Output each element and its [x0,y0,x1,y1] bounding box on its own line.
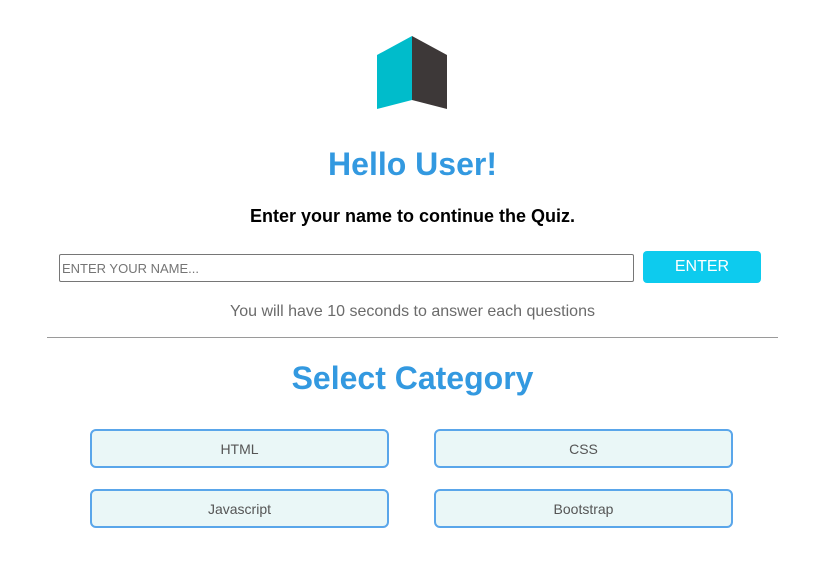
name-input[interactable] [59,254,634,282]
category-button-javascript[interactable]: Javascript [90,489,389,528]
name-instruction: Enter your name to continue the Quiz. [249,206,576,226]
category-button-html[interactable]: HTML [90,429,389,468]
cube-right-face [412,36,447,109]
enter-button[interactable]: ENTER [643,251,761,283]
cube-left-face [377,36,412,109]
category-heading: Select Category [291,360,534,396]
category-button-css[interactable]: CSS [434,429,733,468]
greeting-title: Hello User! [328,146,497,182]
timer-note: You will have 10 seconds to answer each … [230,303,595,320]
section-divider [47,337,778,338]
cube-logo-icon [377,36,447,109]
category-button-bootstrap[interactable]: Bootstrap [434,489,733,528]
